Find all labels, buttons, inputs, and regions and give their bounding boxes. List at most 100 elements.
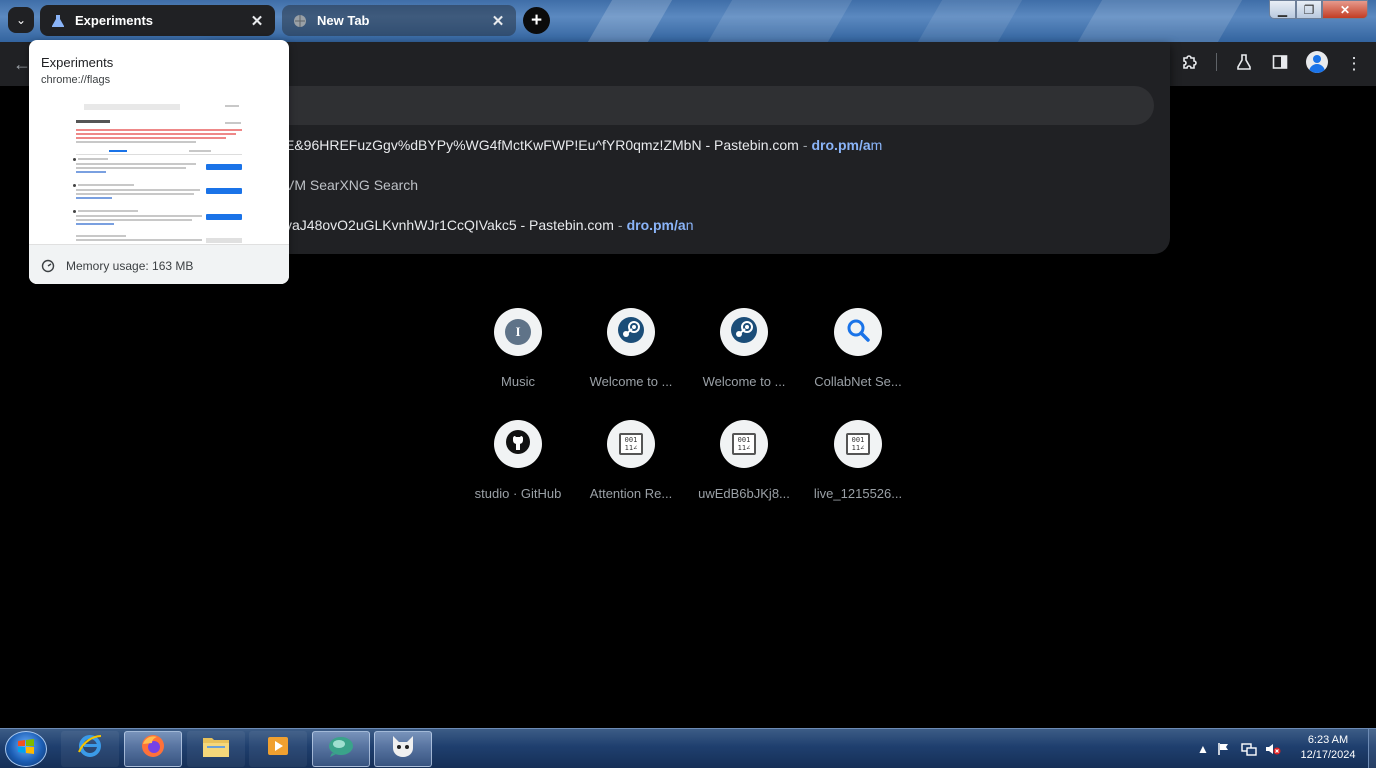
- preview-heading: [76, 120, 110, 123]
- background-streak: [587, 0, 673, 42]
- shortcut-tile[interactable]: CollabNet Se...: [802, 300, 914, 400]
- shortcut-tile[interactable]: Welcome to ...: [575, 300, 687, 400]
- internet-explorer-icon: [76, 732, 104, 766]
- start-button[interactable]: [5, 731, 47, 767]
- show-hidden-icons-arrow[interactable]: ▲: [1195, 741, 1211, 757]
- omnibox-input[interactable]: [230, 86, 1154, 125]
- preview-line: [76, 215, 202, 217]
- tab-experiments[interactable]: Experiments ✕: [40, 5, 275, 36]
- labs-button[interactable]: [1232, 52, 1256, 76]
- shortcut-label: live_1215526...: [813, 486, 903, 501]
- hover-card-footer: Memory usage: 163 MB: [29, 244, 289, 284]
- network-icon[interactable]: [1241, 741, 1257, 757]
- taskbar-file-explorer[interactable]: [187, 731, 245, 767]
- preview-button: [206, 188, 242, 194]
- flask-icon: [1236, 53, 1252, 75]
- shortcut-tile[interactable]: 001 11∠ live_1215526...: [802, 412, 914, 512]
- extensions-button[interactable]: [1178, 52, 1202, 76]
- shortcut-tile[interactable]: I Music: [462, 300, 574, 400]
- preview-search-bar: [84, 104, 180, 110]
- background-streak: [707, 0, 853, 42]
- preview-line: [78, 184, 134, 186]
- media-player-icon: [265, 733, 291, 765]
- preview-line: [76, 239, 202, 241]
- background-streak: [917, 0, 1023, 42]
- binary-file-icon: 001 11∠: [732, 433, 756, 455]
- tab-search-button[interactable]: ⌄: [8, 7, 34, 33]
- preview-link: [76, 223, 114, 225]
- side-panel-button[interactable]: [1268, 52, 1292, 76]
- preview-line: [78, 210, 138, 212]
- memory-usage-text: Memory usage: 163 MB: [66, 259, 194, 273]
- omnibox-suggestion[interactable]: E&96HREFuzGgv%dBYPy%WG4fMctKwFWP!Eu^fYR0…: [285, 137, 882, 153]
- minimize-button[interactable]: ▁: [1269, 0, 1296, 19]
- windows-logo-icon: [16, 737, 36, 762]
- action-center-flag-icon[interactable]: [1216, 741, 1232, 757]
- taskbar-internet-explorer[interactable]: [61, 731, 119, 767]
- preview-warning: [76, 129, 242, 131]
- preview-line: [76, 235, 126, 237]
- minimize-icon: ▁: [1277, 2, 1288, 17]
- menu-button[interactable]: ⋮: [1342, 52, 1366, 76]
- show-desktop-button[interactable]: [1368, 729, 1376, 768]
- preview-warning: [76, 137, 226, 139]
- preview-select: [206, 238, 242, 243]
- taskbar-firefox[interactable]: [124, 731, 182, 767]
- close-icon[interactable]: ✕: [490, 13, 506, 30]
- github-icon: [505, 429, 531, 460]
- tab-title: Experiments: [75, 13, 154, 28]
- taskbar-clock[interactable]: 6:23 AM 12/17/2024: [1290, 733, 1366, 763]
- preview-line: [76, 167, 186, 169]
- new-tab-button[interactable]: +: [523, 7, 550, 34]
- tab-title: New Tab: [317, 13, 370, 28]
- tab-hover-card: Experiments chrome://flags Memory usage:…: [29, 40, 289, 284]
- side-panel-icon: [1272, 54, 1288, 75]
- preview-line: [76, 189, 200, 191]
- preview-button: [206, 164, 242, 170]
- clock-time: 6:23 AM: [1307, 734, 1349, 746]
- avatar-body: [1309, 64, 1325, 73]
- shortcut-label: Welcome to ...: [702, 374, 786, 389]
- preview-button: [206, 214, 242, 220]
- shortcut-tile[interactable]: 001 11∠ Attention Re...: [575, 412, 687, 512]
- shortcut-tile[interactable]: Welcome to ...: [688, 300, 800, 400]
- suggestion-text: yaJ48ovO2uGLKvnhWJr1CcQIVakc5 - Pastebin…: [285, 217, 614, 233]
- app-bubble-icon: [326, 733, 356, 765]
- folder-icon: [201, 733, 231, 765]
- preview-divider: [76, 154, 242, 155]
- avatar-head: [1313, 55, 1321, 63]
- memory-gauge-icon: [41, 259, 55, 273]
- maximize-button[interactable]: ❐: [1296, 0, 1322, 19]
- close-icon[interactable]: ✕: [249, 13, 265, 30]
- shortcut-label: studio · GitHub: [474, 486, 562, 501]
- profile-avatar[interactable]: [1306, 51, 1328, 73]
- suggestion-url-rest: m: [870, 137, 883, 153]
- close-icon: ✕: [1339, 2, 1351, 17]
- omnibox-suggestion[interactable]: VM SearXNG Search: [285, 177, 418, 193]
- steam-icon: [617, 316, 645, 349]
- preview-dot: [73, 158, 76, 161]
- volume-muted-icon[interactable]: [1265, 741, 1281, 757]
- taskbar-media-player[interactable]: [249, 731, 307, 767]
- tab-new-tab[interactable]: New Tab ✕: [282, 5, 516, 36]
- steam-icon: [730, 316, 758, 349]
- close-window-button[interactable]: ✕: [1322, 0, 1368, 19]
- preview-tab: [189, 150, 211, 152]
- taskbar-chrome-app[interactable]: [312, 731, 370, 767]
- preview-line: [225, 122, 241, 124]
- plus-icon: +: [530, 9, 543, 31]
- letter-icon: I: [505, 319, 531, 345]
- shortcut-label: Music: [501, 374, 535, 389]
- preview-warning: [76, 133, 236, 135]
- shortcut-tile[interactable]: studio · GitHub: [462, 412, 574, 512]
- chevron-down-icon: ⌄: [15, 13, 27, 27]
- preview-tab: [109, 150, 127, 152]
- hover-card-url: chrome://flags: [41, 74, 111, 86]
- omnibox-suggestion[interactable]: yaJ48ovO2uGLKvnhWJr1CcQIVakc5 - Pastebin…: [285, 217, 693, 233]
- binary-file-icon: 001 11∠: [846, 433, 870, 455]
- taskbar-cat-app[interactable]: [374, 731, 432, 767]
- shortcut-icon-circle: [834, 308, 882, 356]
- shortcut-label: Attention Re...: [589, 486, 673, 501]
- shortcut-icon-circle: 001 11∠: [834, 420, 882, 468]
- shortcut-tile[interactable]: 001 11∠ uwEdB6bJKj8...: [688, 412, 800, 512]
